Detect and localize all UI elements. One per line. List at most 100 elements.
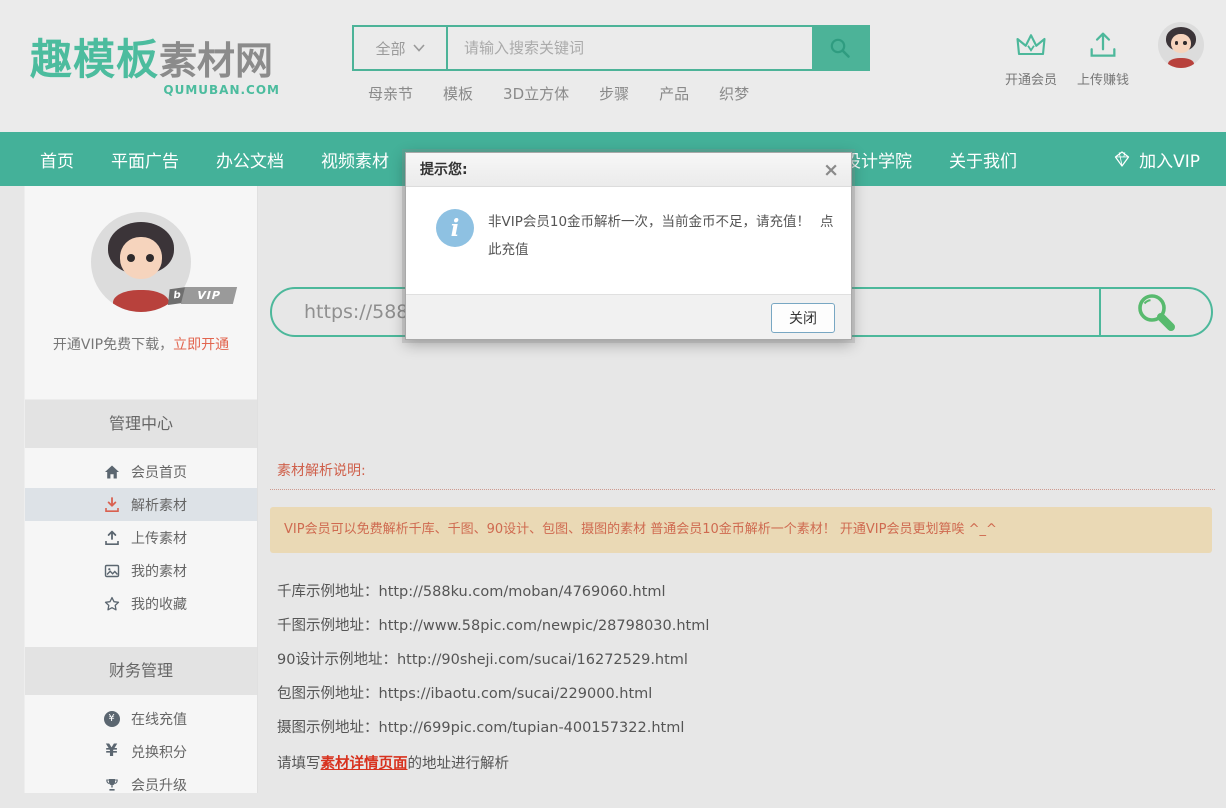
finance-menu: ¥ 在线充值 ¥ 兑换积分 会员升级	[25, 695, 257, 808]
vip-note: 开通VIP免费下载，立即开通	[25, 334, 257, 354]
join-vip-label: 加入VIP	[1139, 147, 1200, 172]
join-vip-link[interactable]: 加入VIP	[1112, 147, 1200, 172]
chevron-down-icon	[413, 44, 425, 52]
sidebar-item-member-home[interactable]: 会员首页	[25, 455, 257, 488]
sidebar-item-label: 我的收藏	[131, 594, 187, 614]
vip-note-open-link[interactable]: 立即开通	[173, 337, 229, 353]
example-line: 千库示例地址：http://588ku.com/moban/4769060.ht…	[277, 582, 709, 616]
dialog-titlebar: 提示您: ×	[406, 153, 851, 187]
upload-icon	[103, 529, 120, 546]
hot-link[interactable]: 母亲节	[368, 83, 413, 104]
sidebar-item-upload-material[interactable]: 上传素材	[25, 521, 257, 554]
search-category-value: 全部	[375, 38, 405, 59]
sidebar-item-label: 会员升级	[131, 775, 187, 795]
parse-submit-button[interactable]	[1099, 289, 1211, 335]
dialog-body: i 非VIP会员10金币解析一次，当前金币不足，请充值！点此充值	[406, 187, 851, 295]
coin-icon: ¥	[103, 710, 120, 727]
close-icon[interactable]: ×	[823, 153, 839, 187]
profile-avatar-wrap: b VIP	[91, 212, 191, 312]
search-button[interactable]	[812, 27, 868, 69]
magnifier-icon	[1130, 290, 1182, 334]
nav-item-office-docs[interactable]: 办公文档	[216, 147, 284, 172]
download-icon	[103, 496, 120, 513]
footer-prefix: 请填写	[277, 756, 321, 772]
open-membership-action[interactable]: 开通会员	[996, 30, 1066, 88]
hot-link[interactable]: 步骤	[599, 83, 629, 104]
dialog-footer: 关闭	[406, 294, 851, 339]
profile-block: b VIP 开通VIP免费下载，立即开通	[25, 186, 257, 400]
hot-link[interactable]: 产品	[659, 83, 689, 104]
section-header-finance: 财务管理	[25, 647, 257, 695]
search-category-dropdown[interactable]: 全部	[354, 27, 448, 69]
management-menu: 会员首页 解析素材 上传素材 我的素材 我的收藏	[25, 448, 257, 627]
nav-item-graphic-ads[interactable]: 平面广告	[111, 147, 179, 172]
dialog-close-button[interactable]: 关闭	[771, 303, 835, 333]
vip-notice-banner: VIP会员可以免费解析千库、千图、90设计、包图、摄图的素材 普通会员10金币解…	[270, 507, 1212, 553]
avatar-shirt	[113, 290, 169, 312]
example-line: 90设计示例地址：http://90sheji.com/sucai/162725…	[277, 650, 709, 684]
sidebar-item-member-upgrade[interactable]: 会员升级	[25, 768, 257, 801]
info-icon: i	[436, 209, 474, 247]
avatar-eye	[1175, 41, 1179, 45]
vip-badge[interactable]: b VIP	[169, 287, 235, 304]
parse-footer-note: 请填写素材详情页面的地址进行解析	[277, 752, 709, 773]
logo-suffix: 素材网	[159, 30, 273, 85]
site-logo[interactable]: 趣模板 素材网 QUMUBAN.COM	[30, 26, 280, 97]
example-line: 摄图示例地址：http://699pic.com/tupian-40015732…	[277, 718, 709, 752]
dialog-message-text: 非VIP会员10金币解析一次，当前金币不足，请充值！	[488, 214, 810, 230]
avatar-eye	[1183, 41, 1187, 45]
example-url: http://588ku.com/moban/4769060.html	[379, 584, 666, 600]
sidebar: b VIP 开通VIP免费下载，立即开通 管理中心 会员首页 解析素材 上传素材	[24, 186, 258, 793]
hot-link[interactable]: 织梦	[719, 83, 749, 104]
logo-brand: 趣模板	[30, 26, 159, 87]
example-line: 包图示例地址：https://ibaotu.com/sucai/229000.h…	[277, 684, 709, 718]
nav-item-about-us[interactable]: 关于我们	[949, 147, 1017, 172]
sidebar-item-my-materials[interactable]: 我的素材	[25, 554, 257, 587]
upload-icon	[1086, 30, 1120, 60]
example-line: 千图示例地址：http://www.58pic.com/newpic/28798…	[277, 616, 709, 650]
home-icon	[103, 463, 120, 480]
star-icon	[103, 595, 120, 612]
trophy-icon	[103, 776, 120, 793]
upload-earn-action[interactable]: 上传赚钱	[1068, 30, 1138, 88]
user-avatar[interactable]	[1158, 22, 1204, 68]
avatar-eye	[127, 254, 135, 262]
example-label: 90设计示例地址：	[277, 652, 397, 668]
hot-link[interactable]: 模板	[443, 83, 473, 104]
footer-suffix: 的地址进行解析	[408, 756, 510, 772]
header-search-bar: 全部	[352, 25, 870, 71]
example-label: 千库示例地址：	[277, 584, 379, 600]
sidebar-item-exchange-points[interactable]: ¥ 兑换积分	[25, 735, 257, 768]
nav-item-design-academy[interactable]: 设计学院	[844, 147, 912, 172]
vip-badge-label: VIP	[181, 287, 237, 304]
sidebar-item-label: 解析素材	[131, 495, 187, 515]
yen-icon: ¥	[103, 743, 120, 760]
search-input[interactable]	[448, 27, 812, 69]
footer-emphasis: 素材详情页面	[321, 756, 408, 772]
yen-glyph: ¥	[106, 743, 118, 760]
example-url: http://90sheji.com/sucai/16272529.html	[397, 652, 688, 668]
diamond-icon	[1112, 150, 1132, 168]
sidebar-item-label: 我的素材	[131, 561, 187, 581]
sidebar-item-my-favorites[interactable]: 我的收藏	[25, 587, 257, 620]
search-icon	[828, 36, 852, 60]
open-membership-label: 开通会员	[996, 69, 1066, 88]
vip-note-text: 开通VIP免费下载，	[53, 337, 173, 353]
example-label: 包图示例地址：	[277, 686, 379, 702]
hot-link[interactable]: 3D立方体	[503, 83, 569, 104]
example-url: http://699pic.com/tupian-400157322.html	[379, 720, 685, 736]
nav-item-home[interactable]: 首页	[40, 147, 74, 172]
example-label: 摄图示例地址：	[277, 720, 379, 736]
crown-icon	[1013, 30, 1049, 60]
sidebar-item-label: 会员首页	[131, 462, 187, 482]
example-url: https://ibaotu.com/sucai/229000.html	[379, 686, 653, 702]
upload-earn-label: 上传赚钱	[1068, 69, 1138, 88]
sidebar-item-label: 在线充值	[131, 709, 187, 729]
dialog-title: 提示您:	[420, 162, 468, 178]
nav-item-video[interactable]: 视频素材	[321, 147, 389, 172]
logo-text: 趣模板 素材网	[30, 26, 280, 87]
example-url: http://www.58pic.com/newpic/28798030.htm…	[379, 618, 710, 634]
coin-glyph: ¥	[104, 711, 120, 727]
sidebar-item-parse-material[interactable]: 解析素材	[25, 488, 257, 521]
sidebar-item-online-recharge[interactable]: ¥ 在线充值	[25, 702, 257, 735]
